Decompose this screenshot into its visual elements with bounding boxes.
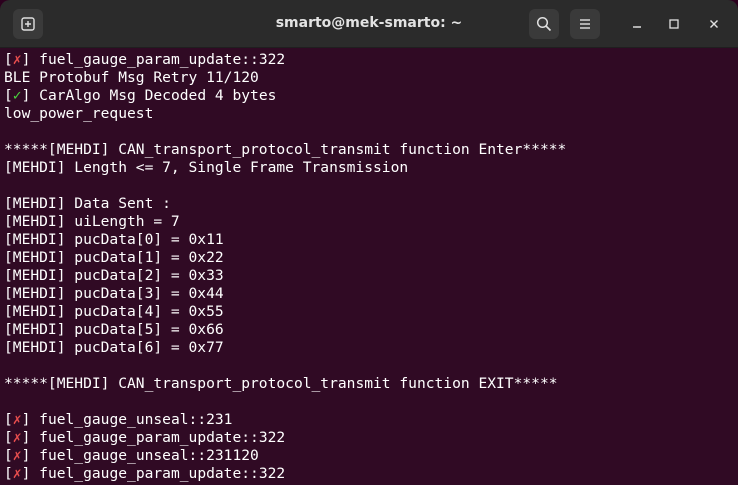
check-mark-icon: ✓	[12, 87, 22, 104]
bracket-open: [	[4, 51, 13, 68]
terminal-line: [✗] fuel_gauge_param_update::322	[4, 429, 285, 447]
terminal-line: [✗] fuel_gauge_param_update::322	[4, 465, 285, 483]
line-text: ] fuel_gauge_param_update::322	[21, 429, 286, 446]
minimize-button[interactable]	[625, 12, 649, 36]
cross-mark-icon: ✗	[12, 411, 22, 428]
terminal-line: *****[MEHDI] CAN_transport_protocol_tran…	[4, 141, 567, 158]
menu-button[interactable]	[570, 9, 600, 39]
terminal-line: [MEHDI] pucData[6] = 0x77	[4, 339, 224, 356]
cross-mark-icon: ✗	[12, 465, 22, 482]
title-bar: smarto@mek-smarto: ~	[0, 0, 738, 48]
terminal-line: *****[MEHDI] CAN_transport_protocol_tran…	[4, 375, 558, 392]
line-text: ] fuel_gauge_param_update::322	[21, 51, 286, 68]
line-text: ] fuel_gauge_param_update::322	[21, 465, 286, 482]
maximize-icon	[669, 19, 679, 29]
cross-mark-icon: ✗	[12, 51, 22, 68]
bracket-open: [	[4, 429, 13, 446]
terminal-line: low_power_request	[4, 105, 154, 122]
line-text: ] CarAlgo Msg Decoded 4 bytes	[21, 87, 277, 104]
cross-mark-icon: ✗	[12, 429, 22, 446]
terminal-line: [MEHDI] pucData[4] = 0x55	[4, 303, 224, 320]
terminal-line: [MEHDI] pucData[1] = 0x22	[4, 249, 224, 266]
terminal-line: [✓] CarAlgo Msg Decoded 4 bytes	[4, 87, 276, 105]
terminal-line: BLE Protobuf Msg Retry 11/120	[4, 69, 259, 86]
terminal-output[interactable]: [✗] fuel_gauge_param_update::322 BLE Prot…	[0, 48, 738, 485]
terminal-line: [MEHDI] Data Sent :	[4, 195, 171, 212]
terminal-line: [✗] fuel_gauge_unseal::231120	[4, 447, 259, 465]
terminal-line: [MEHDI] uiLength = 7	[4, 213, 180, 230]
cross-mark-icon: ✗	[12, 447, 22, 464]
line-text: ] fuel_gauge_unseal::231120	[21, 447, 259, 464]
terminal-line: [MEHDI] pucData[5] = 0x66	[4, 321, 224, 338]
terminal-line: [✗] fuel_gauge_param_update::322	[4, 51, 285, 69]
terminal-line: [MEHDI] pucData[3] = 0x44	[4, 285, 224, 302]
line-text: ] fuel_gauge_unseal::231	[21, 411, 233, 428]
bracket-open: [	[4, 87, 13, 104]
minimize-icon	[633, 26, 641, 28]
search-button[interactable]	[529, 9, 559, 39]
search-icon	[536, 16, 552, 32]
bracket-open: [	[4, 447, 13, 464]
close-button[interactable]	[702, 12, 726, 36]
close-icon	[710, 20, 718, 28]
terminal-line: [MEHDI] pucData[2] = 0x33	[4, 267, 224, 284]
hamburger-menu-icon	[580, 19, 590, 29]
terminal-line: [MEHDI] pucData[0] = 0x11	[4, 231, 224, 248]
terminal-line: [MEHDI] Length <= 7, Single Frame Transm…	[4, 159, 409, 176]
bracket-open: [	[4, 465, 13, 482]
terminal-line: [✗] fuel_gauge_unseal::231	[4, 411, 232, 429]
maximize-button[interactable]	[662, 12, 686, 36]
bracket-open: [	[4, 411, 13, 428]
terminal-window: smarto@mek-smarto: ~ [✗] fuel_gauge_para…	[0, 0, 738, 485]
